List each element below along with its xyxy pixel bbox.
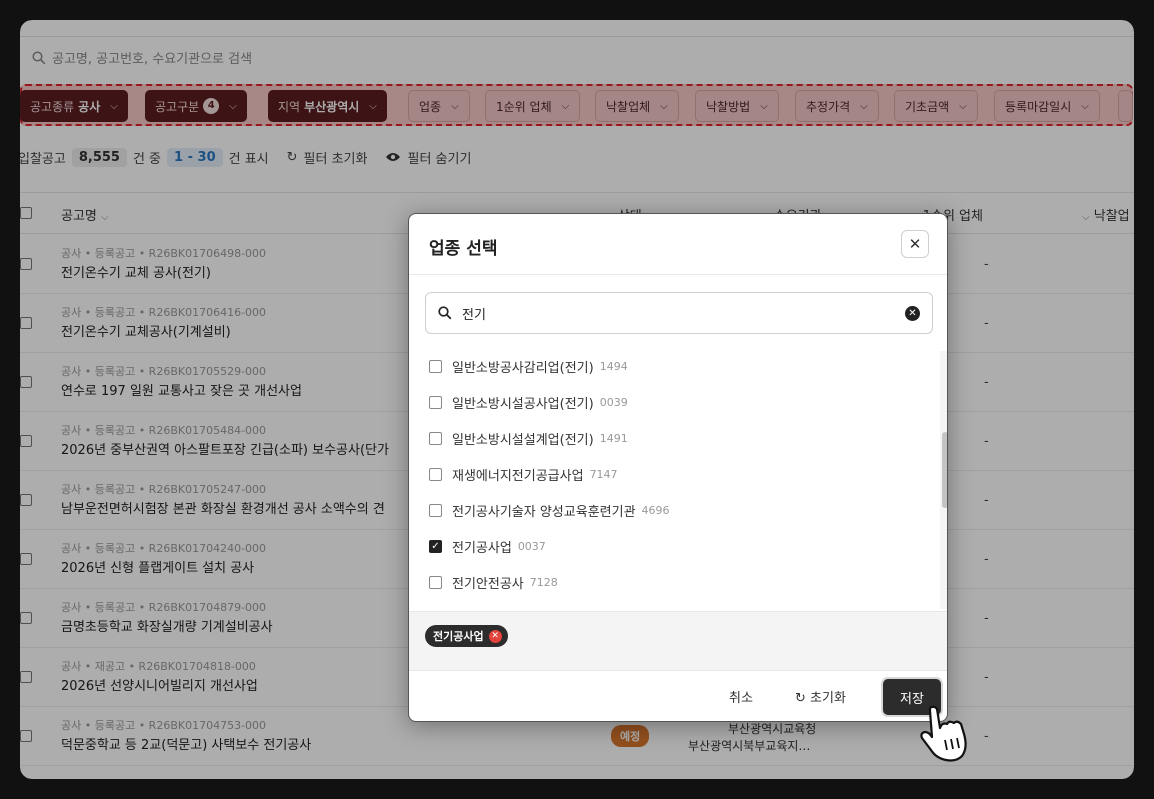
modal-search-input[interactable] <box>462 305 905 321</box>
reset-button[interactable]: ↻ 초기화 <box>795 687 846 706</box>
close-icon: ✕ <box>908 235 922 253</box>
modal-footer: 취소 ↻ 초기화 저장 <box>409 671 947 721</box>
item-checkbox-checked[interactable]: ✓ <box>429 539 442 553</box>
modal-search-field[interactable]: ✕ <box>425 292 933 334</box>
list-scrollbar-thumb[interactable] <box>942 432 947 508</box>
industry-list: 일반소방공사감리업(전기) 1494 일반소방시설공사업(전기) 0039 일반… <box>409 349 947 611</box>
list-item[interactable]: 일반소방공사감리업(전기) 1494 <box>429 355 628 377</box>
list-item[interactable]: 일반소방시설설계업(전기) 1491 <box>429 427 628 449</box>
item-checkbox[interactable] <box>429 395 442 409</box>
close-button[interactable]: ✕ <box>901 230 929 258</box>
item-label: 전기공사업 <box>452 540 512 556</box>
selected-tags-area: 전기공사업 ✕ <box>409 611 947 671</box>
check-icon: ✓ <box>431 540 440 552</box>
reset-label: 초기화 <box>810 691 846 706</box>
item-code: 0037 <box>517 539 546 553</box>
item-label: 전기공사기술자 양성교육훈련기관 <box>452 504 636 520</box>
list-item[interactable]: 전기안전공사 7128 <box>429 571 558 593</box>
item-checkbox[interactable] <box>429 575 442 589</box>
item-code: 7128 <box>529 575 558 589</box>
item-code: 0039 <box>599 395 628 409</box>
list-item[interactable]: 전기공사기술자 양성교육훈련기관 4696 <box>429 499 670 521</box>
list-item[interactable]: 일반소방시설공사업(전기) 0039 <box>429 391 628 413</box>
modal-title: 업종 선택 <box>429 239 498 259</box>
list-item[interactable]: 재생에너지전기공급사업 7147 <box>429 463 618 485</box>
item-checkbox[interactable] <box>429 503 442 517</box>
selected-tag-label: 전기공사업 <box>433 630 484 643</box>
item-code: 1494 <box>599 359 628 373</box>
item-label: 전기안전공사 <box>452 576 524 592</box>
item-checkbox[interactable] <box>429 467 442 481</box>
selected-tag: 전기공사업 ✕ <box>425 625 508 647</box>
item-label: 일반소방시설공사업(전기) <box>452 396 594 412</box>
item-code: 1491 <box>599 431 628 445</box>
item-code: 4696 <box>641 503 670 517</box>
remove-tag-icon[interactable]: ✕ <box>488 629 502 643</box>
industry-select-modal: 업종 선택 ✕ ✕ 일반소방공사감리업(전기) 1494 일반소방시설공사업(전… <box>408 213 948 722</box>
cancel-button[interactable]: 취소 <box>729 687 753 706</box>
hand-pointer-cursor-icon <box>920 705 967 762</box>
refresh-icon: ↻ <box>795 691 806 706</box>
item-label: 일반소방공사감리업(전기) <box>452 360 594 376</box>
item-checkbox[interactable] <box>429 431 442 445</box>
search-icon <box>438 306 452 320</box>
item-label: 일반소방시설설계업(전기) <box>452 432 594 448</box>
clear-search-icon[interactable]: ✕ <box>905 305 920 321</box>
item-code: 7147 <box>589 467 618 481</box>
item-label: 재생에너지전기공급사업 <box>452 468 584 484</box>
item-checkbox[interactable] <box>429 359 442 373</box>
list-item[interactable]: ✓ 전기공사업 0037 <box>429 535 546 557</box>
divider <box>409 274 947 275</box>
